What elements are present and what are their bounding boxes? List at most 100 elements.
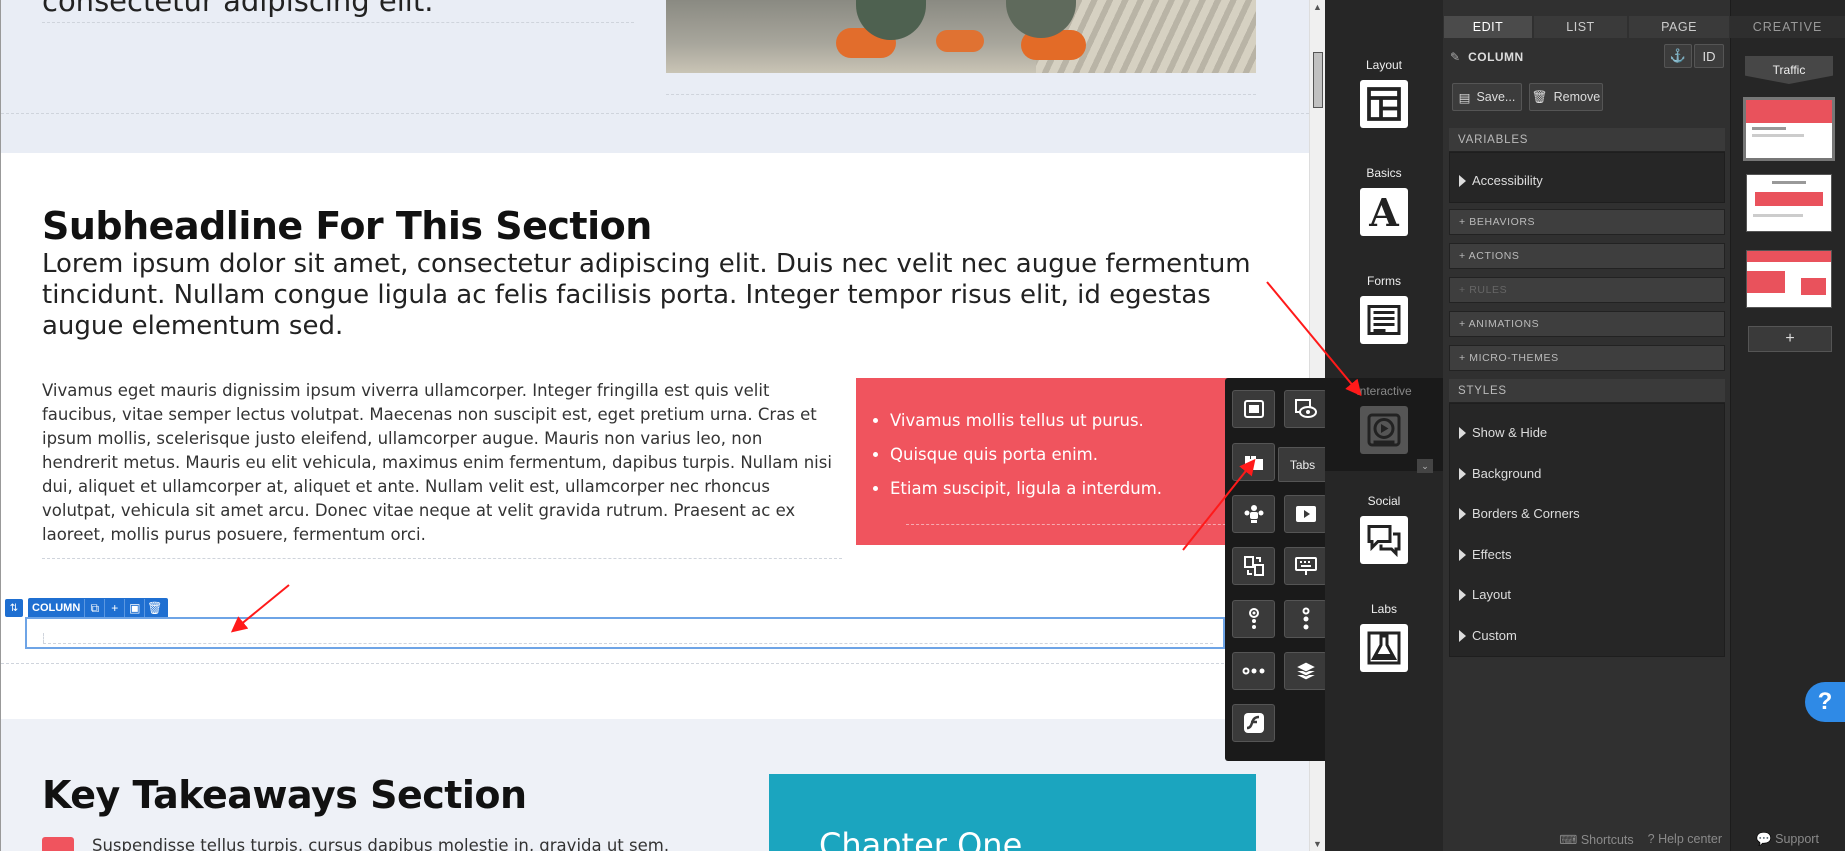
style-label: Effects	[1472, 547, 1512, 562]
move-handle-icon[interactable]: ⇅	[5, 599, 23, 617]
tab-page[interactable]: PAGE	[1629, 16, 1729, 38]
help-circle-icon: ?	[1647, 832, 1655, 846]
video-play-icon	[1295, 506, 1316, 522]
micro-themes-section[interactable]: + MICRO-THEMES	[1449, 345, 1725, 371]
tabs-tooltip: Tabs	[1278, 447, 1327, 482]
shortcuts-label: Shortcuts	[1580, 832, 1634, 847]
people-element-button[interactable]	[1232, 495, 1275, 533]
style-show-hide[interactable]: Show & Hide	[1459, 425, 1547, 440]
category-labs[interactable]: Labs	[1325, 602, 1443, 672]
list-item[interactable]: Quisque quis porta enim.	[890, 438, 1162, 472]
takeaway-text: Suspendisse tellus turpis, cursus dapibu…	[92, 836, 670, 851]
tab-list[interactable]: LIST	[1534, 16, 1627, 38]
takeaway-item[interactable]: Suspendisse tellus turpis, cursus dapibu…	[42, 836, 669, 851]
typing-element-button[interactable]	[1284, 547, 1327, 585]
chevron-down-icon[interactable]: ⌄	[1417, 459, 1433, 473]
category-forms[interactable]: Forms	[1325, 274, 1443, 344]
vertical-steps-button[interactable]	[1284, 600, 1327, 638]
trash-icon[interactable]: 🗑	[144, 599, 164, 617]
lead-paragraph[interactable]: Lorem ipsum dolor sit amet, consectetur …	[42, 249, 1272, 342]
category-layout[interactable]: Layout	[1325, 58, 1443, 128]
style-layout[interactable]: Layout	[1459, 587, 1511, 602]
style-background[interactable]: Background	[1459, 466, 1541, 481]
id-button[interactable]: ID	[1694, 44, 1724, 68]
save-button[interactable]: ▤ Save...	[1452, 83, 1522, 111]
actions-section[interactable]: + ACTIONS	[1449, 243, 1725, 269]
category-basics[interactable]: Basics A	[1325, 166, 1443, 236]
thumbnail-line	[1752, 133, 1804, 137]
style-label: Show & Hide	[1472, 425, 1548, 440]
style-effects[interactable]: Effects	[1459, 547, 1512, 562]
interactive-elements-popup	[1225, 378, 1341, 761]
horizontal-dots-icon	[1242, 667, 1264, 675]
caret-right-icon	[1459, 588, 1466, 601]
layers-element-button[interactable]	[1284, 652, 1327, 690]
add-page-button[interactable]: +	[1748, 326, 1832, 352]
style-custom[interactable]: Custom	[1459, 628, 1517, 643]
reveal-element-button[interactable]	[1284, 390, 1327, 428]
category-social[interactable]: Social	[1325, 494, 1443, 564]
takeaways-title[interactable]: Key Takeaways Section	[42, 773, 527, 817]
hotspot-element-button[interactable]	[1232, 600, 1275, 638]
horizontal-steps-button[interactable]	[1232, 652, 1275, 690]
box-element-button[interactable]	[1232, 390, 1275, 428]
category-interactive[interactable]: Interactive	[1325, 378, 1443, 471]
section-divider	[1, 113, 1309, 114]
flip-card-icon	[1243, 556, 1264, 576]
people-icon	[1244, 505, 1263, 523]
caret-right-icon	[1459, 467, 1466, 480]
guide-line	[42, 558, 842, 559]
scroll-thumb[interactable]	[1313, 52, 1323, 108]
animations-section[interactable]: + ANIMATIONS	[1449, 311, 1725, 337]
video-element-button[interactable]	[1284, 495, 1327, 533]
settings-icon[interactable]: ▣	[124, 599, 144, 617]
accessibility-toggle[interactable]: Accessibility	[1459, 173, 1543, 188]
flip-element-button[interactable]	[1232, 547, 1275, 585]
thumbnail-line	[1772, 180, 1806, 184]
styles-box	[1449, 403, 1725, 657]
page-thumbnail[interactable]	[1743, 97, 1835, 161]
panel-footer: ⌨ Shortcuts ? Help center	[1443, 827, 1730, 851]
chat-bubbles-icon	[1360, 516, 1408, 564]
list-item[interactable]: Vivamus mollis tellus ut purus.	[890, 404, 1162, 438]
support-link[interactable]: 💬 Support	[1730, 827, 1845, 851]
list-item[interactable]: Etiam suscipit, ligula a interdum.	[890, 472, 1162, 506]
variables-header: VARIABLES	[1449, 128, 1725, 152]
bullet-icon	[42, 836, 74, 851]
duplicate-icon[interactable]: ⧉	[84, 599, 104, 617]
rules-section[interactable]: + RULES	[1449, 277, 1725, 303]
help-center-link[interactable]: ? Help center	[1648, 832, 1722, 846]
play-circle-icon	[1360, 406, 1408, 454]
shortcuts-link[interactable]: ⌨ Shortcuts	[1559, 832, 1633, 847]
bullet-list-box[interactable]: Vivamus mollis tellus ut purus. Quisque …	[856, 378, 1261, 545]
style-borders-corners[interactable]: Borders & Corners	[1459, 506, 1580, 521]
thumbnail-line	[1753, 214, 1804, 218]
bullet-list: Vivamus mollis tellus ut purus. Quisque …	[890, 404, 1162, 506]
flash-element-button[interactable]	[1232, 704, 1275, 742]
body-paragraph[interactable]: Vivamus eget mauris dignissim ipsum vive…	[42, 379, 842, 547]
page-canvas[interactable]: consectetur adipiscing elit. Subheadline…	[0, 0, 1325, 851]
behaviors-section[interactable]: + BEHAVIORS	[1449, 209, 1725, 235]
tabs-element-button[interactable]	[1232, 443, 1275, 481]
scroll-down-icon[interactable]: ▼	[1313, 839, 1322, 849]
guide-line	[906, 524, 1246, 525]
scroll-up-icon[interactable]: ▲	[1313, 2, 1322, 12]
style-label: Custom	[1472, 628, 1517, 643]
help-center-label: Help center	[1658, 832, 1722, 846]
category-label: Layout	[1365, 58, 1403, 72]
anchor-button[interactable]: ⚓	[1664, 44, 1692, 68]
column-toolbar-label: COLUMN	[32, 602, 81, 614]
style-label: Borders & Corners	[1472, 506, 1580, 521]
page-thumbnail[interactable]	[1746, 174, 1832, 232]
layout-icon	[1360, 80, 1408, 128]
hotspot-icon	[1248, 608, 1259, 629]
chapter-box[interactable]: Chapter One	[769, 774, 1256, 851]
section-subheadline[interactable]: Subheadline For This Section	[42, 204, 652, 248]
tab-edit[interactable]: EDIT	[1444, 16, 1532, 38]
selected-empty-column[interactable]	[25, 617, 1225, 649]
page-thumbnail[interactable]	[1746, 250, 1832, 308]
add-icon[interactable]: +	[104, 599, 124, 617]
caret-right-icon	[1459, 629, 1466, 642]
help-button[interactable]: ?	[1805, 682, 1845, 722]
remove-button[interactable]: 🗑 Remove	[1529, 83, 1603, 111]
